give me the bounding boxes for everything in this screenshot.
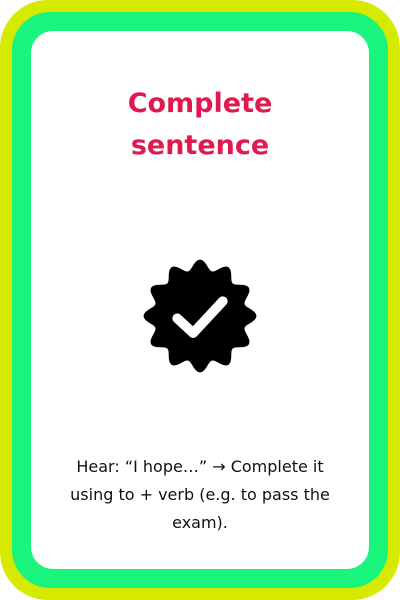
verified-check-badge-icon	[143, 259, 257, 373]
card-description: Hear: “I hope…” → Complete it using to +…	[70, 457, 330, 532]
card-title-line-2: sentence	[130, 130, 270, 161]
card-outer-frame: Complete sentence Hear: “I hope…” → Compl…	[0, 0, 400, 600]
card-inner-frame: Complete sentence Hear: “I hope…” → Compl…	[12, 12, 388, 588]
card-title: Complete sentence	[31, 83, 369, 167]
prompt-card: Complete sentence Hear: “I hope…” → Compl…	[31, 31, 369, 569]
card-title-line-1: Complete	[127, 88, 273, 119]
